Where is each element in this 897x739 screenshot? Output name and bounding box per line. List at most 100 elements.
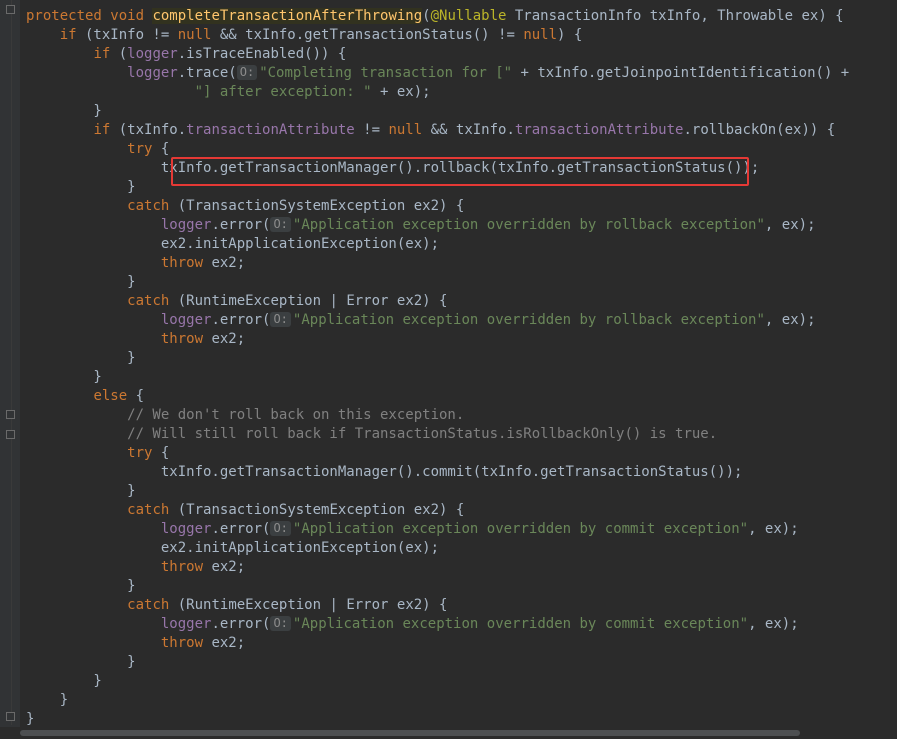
method-name-token: completeTransactionAfterThrowing [152,8,423,24]
keyword-token: else [93,388,128,404]
code-text: } [26,483,136,499]
highlighted-rollback-line-box [171,157,749,186]
code-text: } [26,654,136,670]
code-line[interactable]: logger.trace(O: "Completing transaction f… [26,64,849,83]
code-line[interactable]: } [26,273,136,292]
code-text: ex2; [203,255,246,271]
keyword-token: if [93,122,111,138]
string-literal: "Application exception overridden by com… [292,521,749,537]
fold-marker-icon[interactable] [6,430,15,439]
code-text: txInfo.getTransactionManager().commit(tx… [26,464,743,480]
keyword-token: throw [160,255,204,271]
code-line[interactable]: catch (RuntimeException | Error ex2) { [26,596,447,615]
code-text: , ex); [748,521,799,537]
code-line[interactable]: logger.error(O: "Application exception ov… [26,311,816,330]
code-text: (txInfo. [110,122,187,138]
code-line[interactable]: } [26,368,102,387]
code-line[interactable]: logger.error(O: "Application exception ov… [26,216,816,235]
code-text: ( [422,8,431,24]
code-line[interactable]: txInfo.getTransactionManager().commit(tx… [26,463,743,482]
code-line[interactable]: } [26,577,135,596]
fold-marker-icon[interactable] [6,410,15,419]
code-editor[interactable]: protected void completeTransactionAfterT… [26,0,897,727]
code-text: .rollbackOn(ex)) { [683,122,836,138]
code-line[interactable]: } [26,178,136,197]
code-text: && txInfo. [422,122,515,138]
code-line[interactable]: catch (TransactionSystemException ex2) { [26,197,464,216]
code-line[interactable]: } [26,672,102,691]
field-token: logger [160,312,212,328]
code-line[interactable]: if (txInfo.transactionAttribute != null … [26,121,835,140]
code-line[interactable]: throw ex2; [26,558,245,577]
keyword-token: catch [127,502,170,518]
code-line[interactable]: logger.error(O: "Application exception ov… [26,615,799,634]
code-line[interactable]: // Will still roll back if TransactionSt… [26,425,717,444]
keyword-token: protected void [26,8,153,24]
horizontal-scrollbar[interactable] [0,727,897,739]
scrollbar-thumb[interactable] [20,730,800,736]
code-text: .error( [211,521,271,537]
code-text: { [127,388,145,404]
code-line[interactable]: throw ex2; [26,634,245,653]
code-line[interactable]: catch (TransactionSystemException ex2) { [26,501,464,520]
code-line[interactable]: "] after exception: " + ex); [26,83,431,102]
parameter-hint: O: [270,616,291,631]
code-line[interactable]: else { [26,387,144,406]
field-token: logger [127,65,178,81]
code-line[interactable]: throw ex2; [26,254,245,273]
code-text: .error( [211,312,271,328]
code-text: ex2; [203,635,246,651]
code-text: } [26,274,136,290]
code-line[interactable]: if (logger.isTraceEnabled()) { [26,45,346,64]
code-line[interactable]: } [26,349,135,368]
code-text: .trace( [177,65,237,81]
code-text: ex2.initApplicationException(ex); [26,236,440,252]
code-text: } [26,179,136,195]
code-line[interactable]: ex2.initApplicationException(ex); [26,235,439,254]
keyword-token: throw [160,331,204,347]
code-line[interactable]: } [26,482,136,501]
keyword-token: catch [127,198,170,214]
code-line[interactable]: logger.error(O: "Application exception ov… [26,520,799,539]
code-line[interactable]: } [26,653,136,672]
code-line[interactable]: try { [26,444,169,463]
code-text: + txInfo.getJoinpointIdentification() + [512,65,850,81]
code-line[interactable]: if (txInfo != null && txInfo.getTransact… [26,26,583,45]
fold-marker-icon[interactable] [6,712,15,721]
code-line[interactable]: try { [26,140,169,159]
code-text: ) { [557,27,583,43]
field-token: transactionAttribute [514,122,684,138]
field-token: logger [160,217,212,233]
code-line[interactable]: protected void completeTransactionAfterT… [26,7,844,26]
code-text: , ex); [764,217,816,233]
code-line[interactable]: ex2.initApplicationException(ex); [26,539,439,558]
code-line[interactable]: catch (RuntimeException | Error ex2) { [26,292,447,311]
code-line[interactable]: throw ex2; [26,330,245,349]
code-line[interactable]: } [26,102,101,121]
code-text: } [26,692,69,708]
code-text: } [26,369,102,385]
comment-text: // We don't roll back on this exception. [26,407,465,423]
code-text: } [26,673,102,689]
code-text: (TransactionSystemException ex2) { [169,502,465,518]
field-token: transactionAttribute [186,122,355,138]
code-text: (RuntimeException | Error ex2) { [169,597,448,613]
code-line[interactable]: } [26,691,68,710]
code-text: != [354,122,389,138]
code-text: TransactionInfo txInfo, Throwable ex) { [506,8,844,24]
code-text: .error( [211,217,271,233]
fold-marker-icon[interactable] [6,5,15,14]
code-line[interactable]: // We don't roll back on this exception. [26,406,464,425]
field-token: logger [127,46,178,62]
